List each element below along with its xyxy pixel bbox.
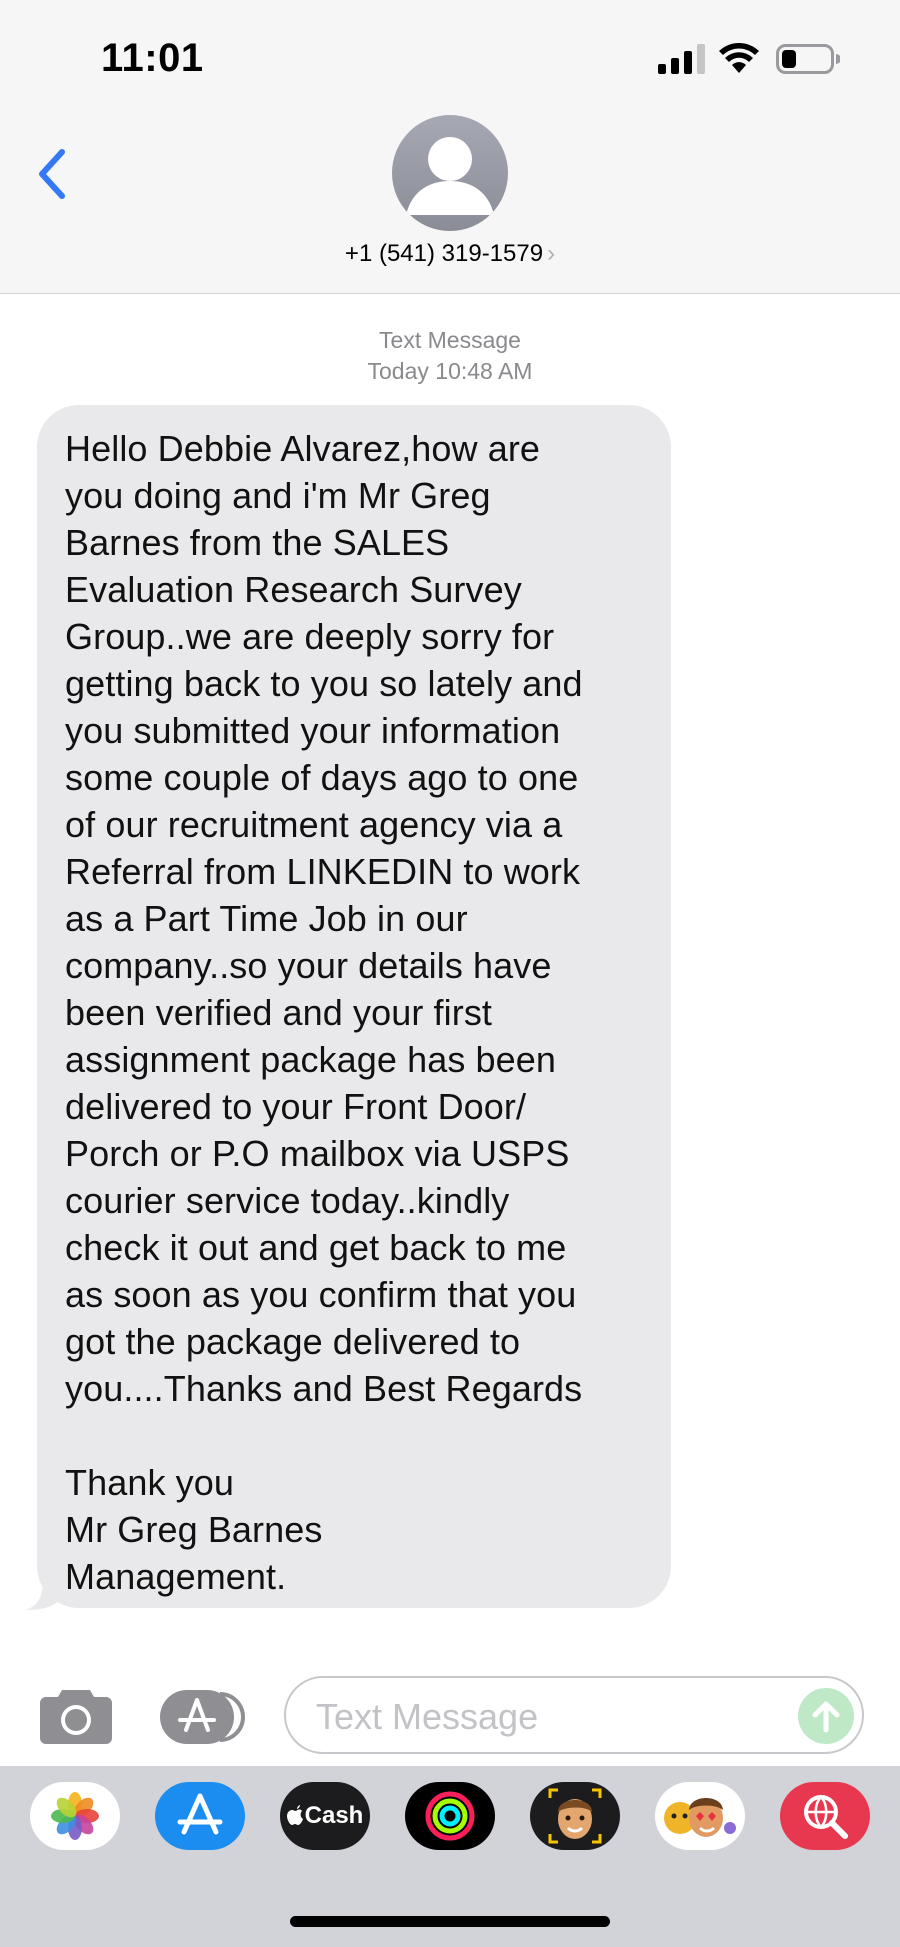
back-chevron-icon[interactable] [34,146,70,202]
message-timestamp: Today 10:48 AM [367,358,533,384]
memoji-icon [548,1788,602,1844]
apple-logo-icon [286,1805,303,1825]
person-icon [406,137,494,215]
message-input-placeholder: Text Message [316,1696,539,1737]
apple-cash-label: Cash [304,1802,364,1829]
cellular-signal-icon [658,44,705,74]
activity-icon [425,1791,475,1841]
activity-app[interactable] [405,1782,495,1850]
memoji-stickers-icon [664,1798,736,1837]
home-indicator[interactable] [290,1916,610,1927]
message-text: Hello Debbie Alvarez,how are you doing a… [65,428,583,1597]
message-input[interactable]: Text Message [284,1676,864,1754]
memoji-stickers-app[interactable] [655,1782,745,1850]
thread-meta: Text Message Today 10:48 AM [0,325,900,387]
contact-avatar[interactable] [392,115,508,231]
battery-icon [776,44,840,74]
app-store-toggle-icon[interactable] [160,1690,246,1744]
wifi-icon [719,43,759,73]
conversation-header: 11:01 +1 (541) 319-1579 › [0,0,900,294]
arrow-up-icon [812,1701,840,1733]
service-label: Text Message [379,327,521,353]
contact-name[interactable]: +1 (541) 319-1579 › [0,240,900,268]
camera-icon[interactable] [40,1686,112,1744]
contact-number: +1 (541) 319-1579 [344,240,544,267]
incoming-message-bubble[interactable]: Hello Debbie Alvarez,how are you doing a… [37,405,671,1608]
status-time: 11:01 [101,36,204,80]
apple-cash-app[interactable]: Cash [280,1782,370,1850]
send-button[interactable] [798,1688,854,1744]
app-store-icon [177,1793,223,1835]
app-store-app[interactable] [155,1782,245,1850]
web-search-app[interactable] [780,1782,870,1850]
photos-app[interactable] [30,1782,120,1850]
memoji-app[interactable] [530,1782,620,1850]
web-search-icon [804,1795,848,1839]
photos-icon [51,1792,99,1840]
chevron-right-icon: › [547,240,556,267]
